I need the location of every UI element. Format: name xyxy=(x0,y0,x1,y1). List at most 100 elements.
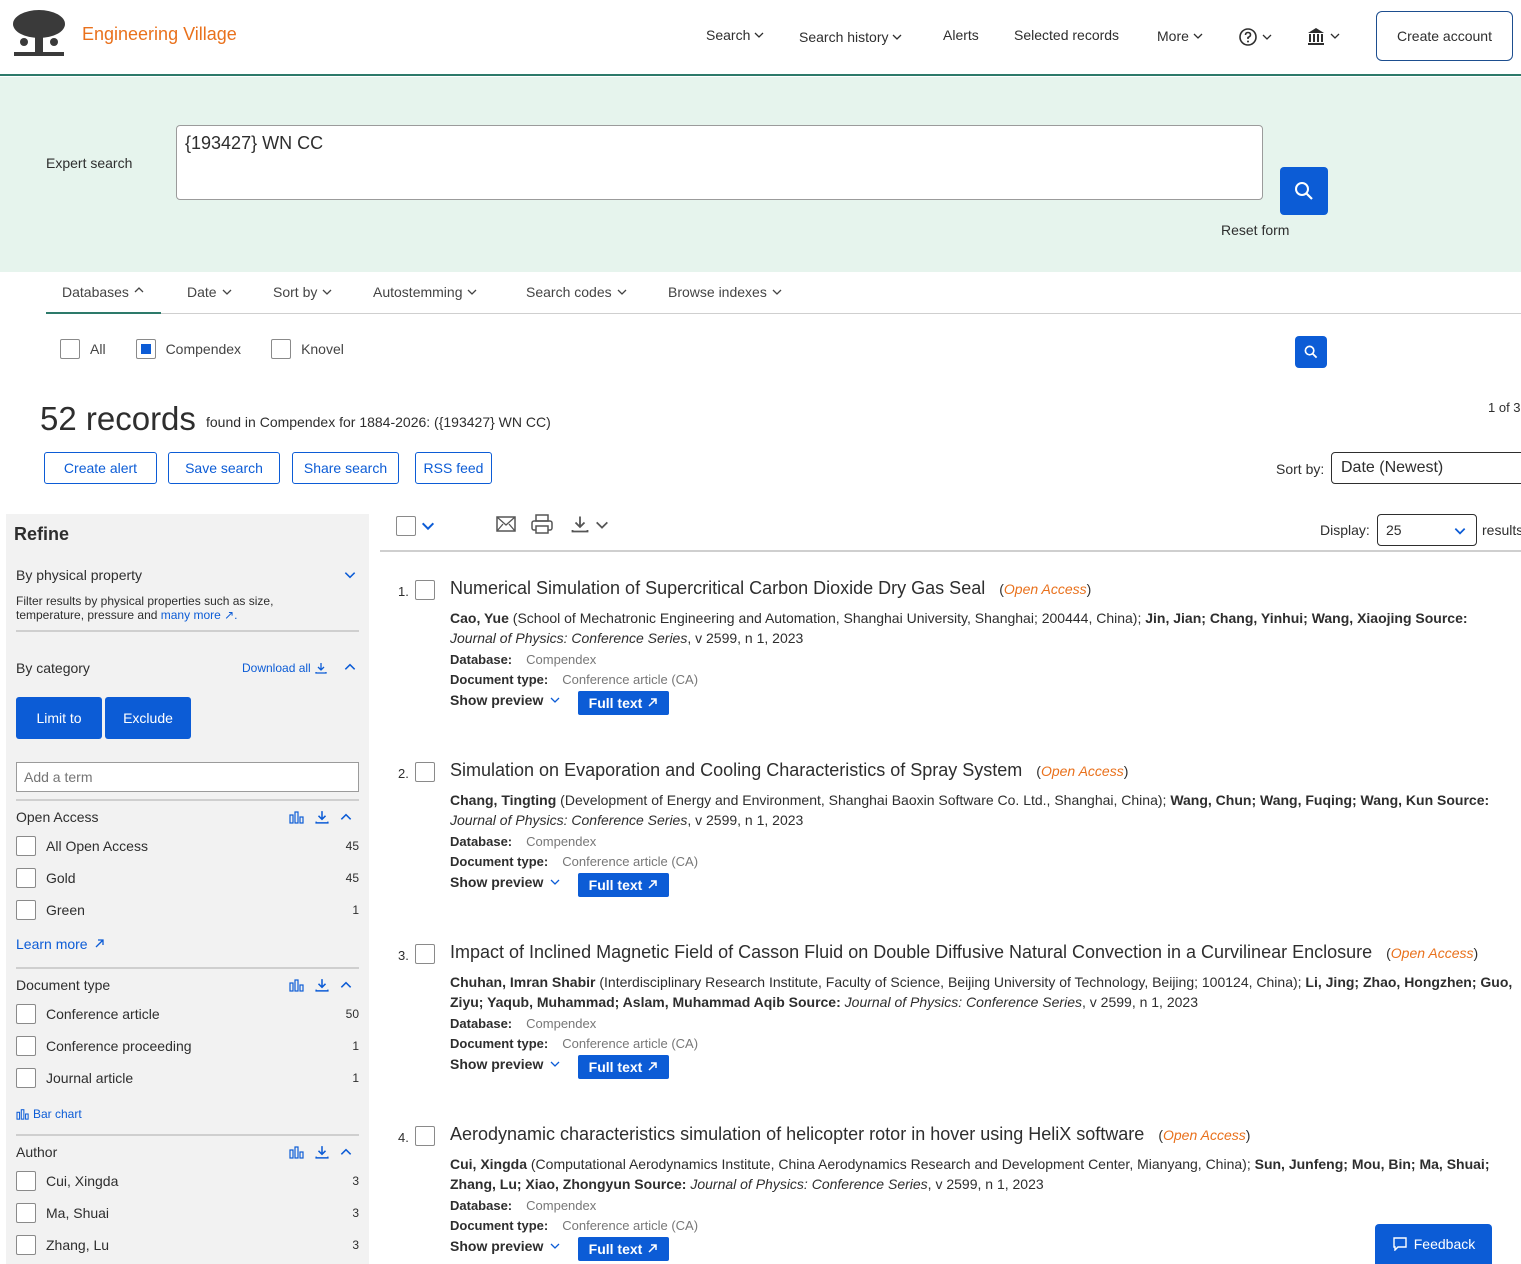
download-icon[interactable] xyxy=(315,1145,329,1159)
facet-count: 45 xyxy=(345,871,359,885)
help-menu[interactable] xyxy=(1238,27,1273,47)
chevron-down-icon[interactable] xyxy=(420,518,436,534)
chevron-down-icon[interactable] xyxy=(594,517,610,533)
elsevier-tree-logo[interactable] xyxy=(10,8,68,60)
add-term-input[interactable] xyxy=(16,762,359,792)
display-label: Display: xyxy=(1320,522,1370,538)
save-search-button[interactable]: Save search xyxy=(168,452,280,484)
facet-item[interactable]: Conference proceeding 1 xyxy=(16,1035,359,1057)
create-alert-button[interactable]: Create alert xyxy=(44,452,157,484)
bar-chart-icon[interactable] xyxy=(289,1145,305,1159)
nav-search-history[interactable]: Search history xyxy=(799,29,903,45)
download-icon[interactable] xyxy=(570,515,590,533)
facet-item[interactable]: All Open Access 45 xyxy=(16,835,359,857)
show-preview-toggle[interactable]: Show preview xyxy=(450,874,561,890)
select-all-checkbox[interactable] xyxy=(396,516,416,536)
tab-autostemming[interactable]: Autostemming xyxy=(373,284,478,300)
reset-form-link[interactable]: Reset form xyxy=(1221,222,1289,238)
result-checkbox[interactable] xyxy=(415,762,435,782)
author-link[interactable]: Jin, Jian; Chang, Yinhui; Wang, Xiaojing… xyxy=(1145,610,1467,626)
download-icon[interactable] xyxy=(315,810,329,824)
facet-checkbox[interactable] xyxy=(16,1235,36,1255)
author-link[interactable]: Cui, Xingda xyxy=(450,1156,527,1172)
full-text-button[interactable]: Full text xyxy=(578,1237,669,1261)
result-title[interactable]: Impact of Inclined Magnetic Field of Cas… xyxy=(450,942,1478,963)
nav-more[interactable]: More xyxy=(1157,28,1204,44)
facet-item[interactable]: Conference article 50 xyxy=(16,1003,359,1025)
facet-checkbox[interactable] xyxy=(16,1036,36,1056)
email-icon[interactable] xyxy=(496,515,516,533)
result-title[interactable]: Aerodynamic characteristics simulation o… xyxy=(450,1124,1250,1145)
chevron-up-icon[interactable] xyxy=(339,978,353,992)
query-input[interactable]: {193427} WN CC xyxy=(176,125,1263,200)
many-more-link[interactable]: many more xyxy=(161,608,221,622)
facet-checkbox[interactable] xyxy=(16,1171,36,1191)
author-link[interactable]: Chuhan, Imran Shabir xyxy=(450,974,595,990)
result-checkbox[interactable] xyxy=(415,580,435,600)
search-button[interactable] xyxy=(1280,167,1328,215)
chevron-up-icon[interactable] xyxy=(339,1145,353,1159)
database-all-checkbox[interactable] xyxy=(60,339,80,359)
facet-checkbox[interactable] xyxy=(16,1004,36,1024)
feedback-button[interactable]: Feedback xyxy=(1375,1224,1492,1264)
bar-chart-icon[interactable] xyxy=(289,978,305,992)
exclude-button[interactable]: Exclude xyxy=(105,697,191,739)
nav-selected-records[interactable]: Selected records xyxy=(1014,27,1119,43)
facet-item[interactable]: Green 1 xyxy=(16,899,359,921)
show-preview-toggle[interactable]: Show preview xyxy=(450,692,561,708)
result-title[interactable]: Numerical Simulation of Supercritical Ca… xyxy=(450,578,1091,599)
author-link[interactable]: Wang, Chun; Wang, Fuqing; Wang, Kun Sour… xyxy=(1170,792,1489,808)
chevron-down-icon[interactable] xyxy=(343,568,357,582)
result-title[interactable]: Simulation on Evaporation and Cooling Ch… xyxy=(450,760,1128,781)
tab-sort-by[interactable]: Sort by xyxy=(273,284,333,300)
results-per-page-label: results xyxy=(1482,522,1521,538)
sort-by-select[interactable]: Date (Newest) xyxy=(1331,452,1521,484)
result-checkbox[interactable] xyxy=(415,944,435,964)
tab-browse-indexes[interactable]: Browse indexes xyxy=(668,284,783,300)
institution-menu[interactable] xyxy=(1306,26,1341,46)
facet-item[interactable]: Cui, Xingda 3 xyxy=(16,1170,359,1192)
facet-item[interactable]: Zhang, Lu 3 xyxy=(16,1234,359,1256)
display-select[interactable]: 25 xyxy=(1377,514,1477,546)
show-preview-toggle[interactable]: Show preview xyxy=(450,1238,561,1254)
nav-alerts[interactable]: Alerts xyxy=(943,27,979,43)
author-link[interactable]: Cao, Yue xyxy=(450,610,509,626)
full-text-button[interactable]: Full text xyxy=(578,873,669,897)
author-link[interactable]: Chang, Tingting xyxy=(450,792,556,808)
rss-feed-button[interactable]: RSS feed xyxy=(415,452,492,484)
bar-chart-link[interactable]: Bar chart xyxy=(16,1107,82,1121)
download-all-link[interactable]: Download all xyxy=(242,661,327,675)
facet-checkbox[interactable] xyxy=(16,1203,36,1223)
display-value: 25 xyxy=(1386,522,1402,538)
tab-date[interactable]: Date xyxy=(187,284,233,300)
chevron-up-icon[interactable] xyxy=(343,660,357,674)
facet-item[interactable]: Ma, Shuai 3 xyxy=(16,1202,359,1224)
facet-item[interactable]: Gold 45 xyxy=(16,867,359,889)
show-preview-toggle[interactable]: Show preview xyxy=(450,1056,561,1072)
full-text-button[interactable]: Full text xyxy=(578,1055,669,1079)
full-text-button[interactable]: Full text xyxy=(578,691,669,715)
create-account-button[interactable]: Create account xyxy=(1376,11,1513,61)
nav-search[interactable]: Search xyxy=(706,27,765,43)
share-search-button[interactable]: Share search xyxy=(292,452,399,484)
download-icon[interactable] xyxy=(315,978,329,992)
facet-checkbox[interactable] xyxy=(16,1068,36,1088)
facet-checkbox[interactable] xyxy=(16,868,36,888)
limit-to-button[interactable]: Limit to xyxy=(16,697,102,739)
bar-chart-icon[interactable] xyxy=(289,810,305,824)
brand-name[interactable]: Engineering Village xyxy=(82,24,237,45)
physical-property-title[interactable]: By physical property xyxy=(16,567,142,583)
result-checkbox[interactable] xyxy=(415,1126,435,1146)
database-search-button[interactable] xyxy=(1295,336,1327,368)
print-icon[interactable] xyxy=(531,513,553,535)
learn-more-link[interactable]: Learn more xyxy=(16,936,105,952)
database-knovel-checkbox[interactable] xyxy=(271,339,292,359)
facet-item[interactable]: Journal article 1 xyxy=(16,1067,359,1089)
facet-checkbox[interactable] xyxy=(16,836,36,856)
facet-tools xyxy=(289,810,353,824)
chevron-up-icon[interactable] xyxy=(339,810,353,824)
facet-checkbox[interactable] xyxy=(16,900,36,920)
tab-search-codes[interactable]: Search codes xyxy=(526,284,628,300)
tab-databases[interactable]: Databases xyxy=(46,284,161,314)
database-compendex-checkbox[interactable] xyxy=(135,339,156,359)
